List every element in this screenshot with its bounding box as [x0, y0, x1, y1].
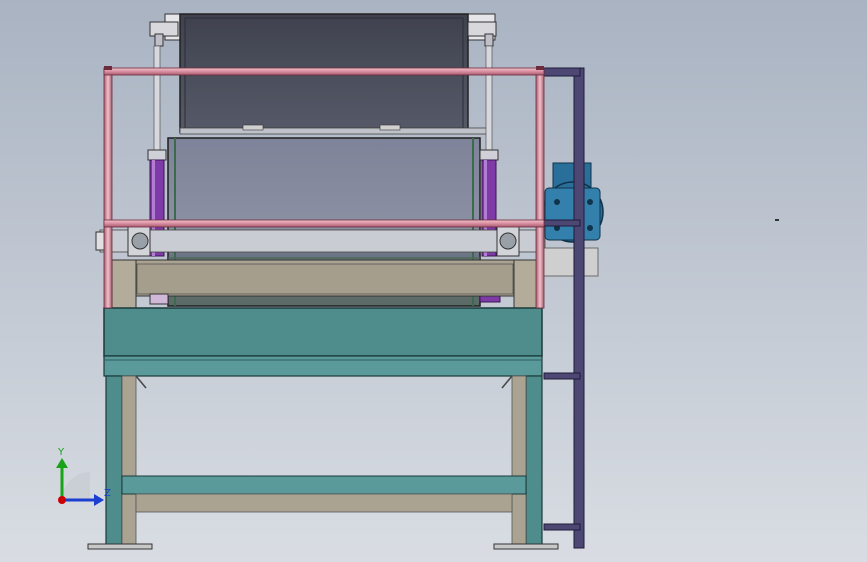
assembly-canvas[interactable]: Y Z: [0, 0, 867, 562]
x-axis-origin: [58, 496, 66, 504]
z-axis-label: Z: [104, 488, 111, 499]
left-guide-rod: [153, 45, 161, 151]
cad-viewport[interactable]: Y Z: [0, 0, 867, 562]
right-guide-rod: [485, 45, 493, 151]
y-axis-label: Y: [57, 447, 65, 458]
cursor-mark: [775, 219, 779, 221]
